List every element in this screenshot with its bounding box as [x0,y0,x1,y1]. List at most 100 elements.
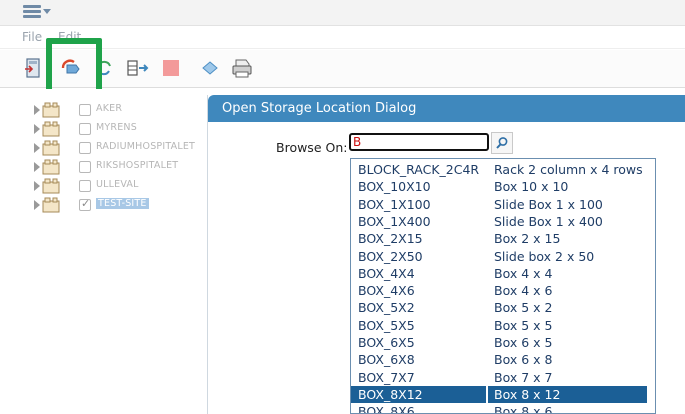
location-tree: AKER MYRENS RADIUMHOSPITALET RIKSHOSPITA… [0,89,207,414]
expand-arrow-icon[interactable] [34,124,40,134]
option-description: Slide Box 1 x 100 [494,196,603,212]
tree-checkbox[interactable] [79,104,91,116]
top-strip [0,0,685,26]
browse-on-label: Browse On: [276,140,348,155]
option-description: Box 4 x 6 [494,283,553,299]
option-description: Slide Box 1 x 400 [494,213,603,229]
option-code: BOX_7X7 [358,369,415,385]
expand-arrow-icon[interactable] [34,162,40,172]
expand-arrow-icon[interactable] [34,200,40,210]
dropdown-option[interactable]: BOX_6X5 Box 6 x 5 [351,334,655,351]
dropdown-option[interactable]: BOX_4X6 Box 4 x 6 [351,282,655,299]
stop-button[interactable] [158,56,184,80]
expand-arrow-icon[interactable] [34,105,40,115]
option-code: BOX_2X50 [358,248,423,264]
expand-arrow-icon[interactable] [34,143,40,153]
option-code: BOX_6X5 [358,335,415,350]
tree-item-label: RIKSHOSPITALET [96,160,179,171]
tree-item[interactable]: AKER [34,101,204,120]
open-panel-icon [25,58,40,78]
open-panel-button[interactable] [21,56,47,80]
dropdown-option[interactable]: BLOCK_RACK_2C4R Rack 2 column x 4 rows [351,161,655,178]
tree-item-label: ULLEVAL [96,179,139,190]
dropdown-option[interactable]: BOX_2X15 Box 2 x 15 [351,230,655,247]
option-code: BLOCK_RACK_2C4R [358,162,480,177]
app-window: File Edit AKER MYRENS RADIUMHOSPITALET R… [0,0,685,414]
dropdown-option[interactable]: BOX_8X6 Box 8 x 6 [351,403,655,414]
option-description: Box 6 x 8 [494,352,553,368]
search-button[interactable] [491,132,513,154]
tree-item-label: AKER [96,103,123,114]
option-description: Box 4 x 4 [494,265,553,281]
tree-item-label: RADIUMHOSPITALET [96,141,196,152]
option-code: BOX_5X5 [358,317,415,333]
dialog-title: Open Storage Location Dialog [222,101,417,116]
option-description: Box 8 x 12 [494,386,561,402]
option-code: BOX_10X10 [358,179,431,195]
option-description: Box 8 x 6 [494,404,553,414]
move-rack-icon [127,60,149,76]
dropdown-option[interactable]: BOX_7X7 Box 7 x 7 [351,369,655,386]
stop-icon [163,60,179,76]
option-code: BOX_8X6 [358,404,415,414]
option-code: BOX_2X15 [358,231,423,247]
printer-icon [232,59,252,78]
dropdown-option[interactable]: BOX_1X100 Slide Box 1 x 100 [351,196,655,213]
building-icon [42,140,60,156]
dropdown-option[interactable]: BOX_2X50 Slide box 2 x 50 [351,248,655,265]
building-icon [42,178,60,194]
option-description: Box 6 x 5 [494,335,553,350]
option-code: BOX_6X8 [358,352,415,368]
tree-item-label: MYRENS [96,122,137,133]
hamburger-menu-icon[interactable] [23,5,41,19]
tree-item[interactable]: RIKSHOSPITALET [34,158,204,177]
tree-item-label: TEST-SITE [96,198,149,209]
tree-item[interactable]: TEST-SITE [34,196,204,215]
tree-checkbox[interactable] [79,123,91,135]
search-icon [496,137,508,149]
dropdown-option[interactable]: BOX_1X400 Slide Box 1 x 400 [351,213,655,230]
dropdown-option[interactable]: BOX_8X12 Box 8 x 12 [351,385,655,403]
building-icon [42,121,60,137]
building-icon [42,197,60,213]
option-code: BOX_1X100 [358,196,431,212]
menu-bar: File Edit [0,27,685,49]
tree-checkbox[interactable] [79,161,91,173]
expand-arrow-icon[interactable] [34,181,40,191]
option-code: BOX_1X400 [358,213,431,229]
tree-checkbox[interactable] [79,180,91,192]
dialog-header: Open Storage Location Dialog [208,95,685,122]
chevron-down-icon[interactable] [43,9,51,14]
option-description: Box 5 x 2 [494,300,553,316]
option-description: Box 5 x 5 [494,317,553,333]
option-description: Box 7 x 7 [494,369,553,385]
building-icon [42,102,60,118]
building-icon [42,159,60,175]
option-description: Box 10 x 10 [494,179,569,195]
browse-on-input[interactable]: B [349,133,489,151]
option-description: Box 2 x 15 [494,231,561,247]
print-button[interactable] [229,56,255,80]
dropdown-option[interactable]: BOX_5X2 Box 5 x 2 [351,299,655,316]
option-description: Rack 2 column x 4 rows [494,162,643,177]
tree-item[interactable]: ULLEVAL [34,177,204,196]
tree-item[interactable]: RADIUMHOSPITALET [34,139,204,158]
tree-item[interactable]: MYRENS [34,120,204,139]
tree-checkbox[interactable] [79,197,91,211]
option-code: BOX_8X12 [358,386,423,402]
diamond-arrow-button[interactable] [197,56,223,80]
tree-checkbox[interactable] [79,142,91,154]
diamond-arrow-icon [202,61,218,75]
option-code: BOX_5X2 [358,300,415,316]
dropdown-option[interactable]: BOX_10X10 Box 10 x 10 [351,178,655,195]
dropdown-option[interactable]: BOX_4X4 Box 4 x 4 [351,265,655,282]
toolbar [0,50,685,88]
option-description: Slide box 2 x 50 [494,248,595,264]
dropdown-option[interactable]: BOX_6X8 Box 6 x 8 [351,351,655,368]
move-rack-button[interactable] [125,56,151,80]
option-code: BOX_4X6 [358,283,415,299]
storage-type-dropdown[interactable]: BLOCK_RACK_2C4R Rack 2 column x 4 rows BOX… [350,158,656,414]
dropdown-option[interactable]: BOX_5X5 Box 5 x 5 [351,317,655,334]
menu-file[interactable]: File [22,30,42,44]
option-code: BOX_4X4 [358,265,415,281]
